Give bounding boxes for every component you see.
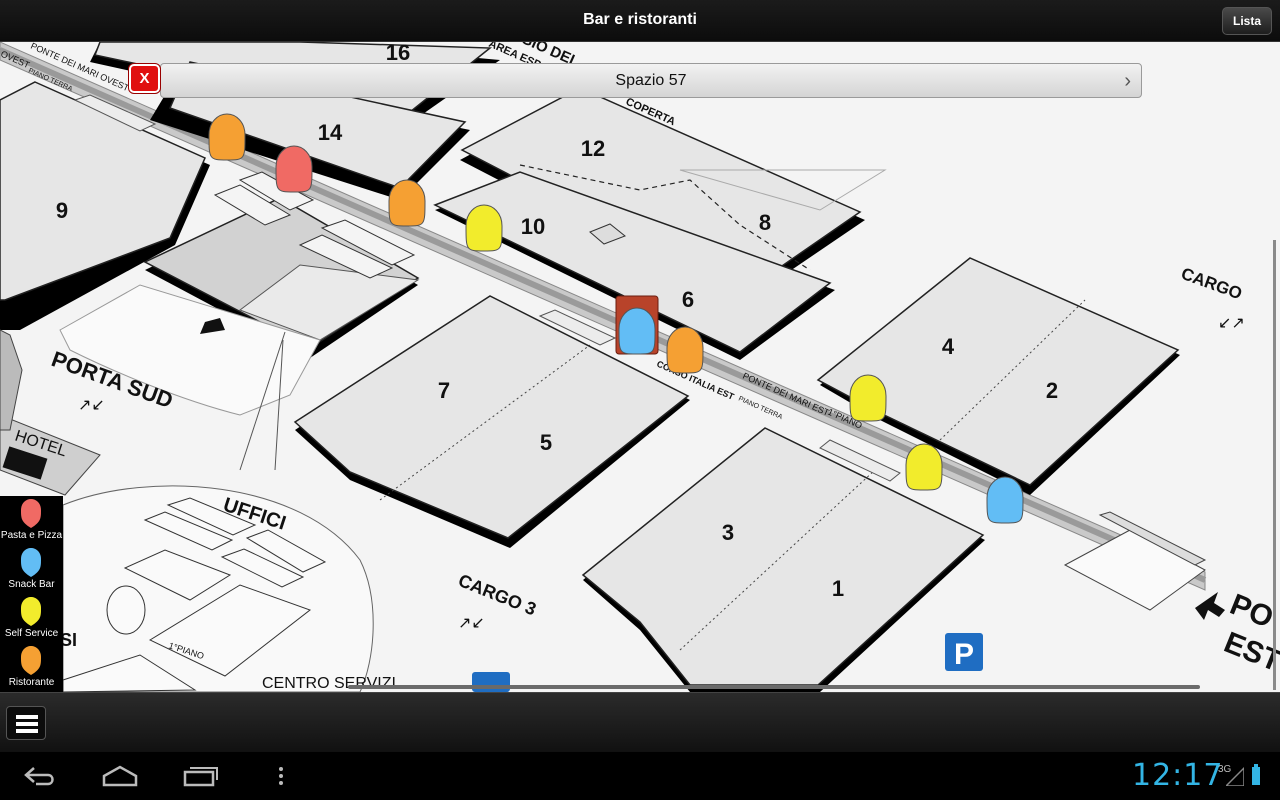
pavilion-7-label: 7 bbox=[438, 378, 450, 403]
chevron-right-icon[interactable]: › bbox=[1124, 71, 1131, 91]
ristorante-pin[interactable] bbox=[208, 113, 246, 161]
parking-icon-label: P bbox=[954, 638, 974, 671]
legend-label: Self Service bbox=[4, 628, 59, 639]
map-canvas[interactable]: 16 14 9 12 8 10 6 7 5 4 2 3 1 PORTA SUD … bbox=[0, 42, 1280, 692]
pavilion-4-label: 4 bbox=[942, 334, 955, 359]
battery-icon bbox=[1252, 764, 1260, 785]
legend-label: Ristorante bbox=[8, 677, 55, 688]
double-arrow-icon: ↗↙ bbox=[458, 613, 485, 632]
self-service-pin[interactable] bbox=[465, 204, 503, 252]
pavilion-16-label: 16 bbox=[386, 42, 410, 65]
pavilion-6-label: 6 bbox=[682, 287, 694, 312]
pasta-pizza-pin-icon bbox=[21, 499, 41, 528]
self-service-pin-icon bbox=[21, 597, 41, 626]
ristorante-pin[interactable] bbox=[666, 326, 704, 374]
page-title: Bar e ristoranti bbox=[583, 11, 697, 28]
ristorante-pin[interactable] bbox=[388, 179, 426, 227]
list-button[interactable]: Lista bbox=[1222, 7, 1272, 35]
arrow-icon bbox=[1195, 592, 1225, 620]
porta-est-label-2: EST bbox=[1219, 626, 1280, 678]
pavilion-8-label: 8 bbox=[759, 210, 771, 235]
ristorante-pin-icon bbox=[21, 646, 41, 675]
vertical-scrollbar[interactable] bbox=[1273, 240, 1276, 690]
legend-panel: Pasta e Pizza Snack Bar Self Service Ris… bbox=[0, 496, 63, 692]
double-arrow-icon: ↙↗ bbox=[1218, 313, 1245, 332]
pavilion-2-label: 2 bbox=[1046, 378, 1058, 403]
pavilion-5-label: 5 bbox=[540, 430, 552, 455]
pavilion-10-label: 10 bbox=[521, 214, 545, 239]
back-icon[interactable] bbox=[22, 764, 58, 788]
signal-icon bbox=[1226, 766, 1244, 786]
legend-label: Pasta e Pizza bbox=[0, 530, 63, 541]
callout-title: Spazio 57 bbox=[615, 72, 687, 89]
horizontal-scrollbar[interactable] bbox=[348, 685, 1200, 689]
pavilion-3-label: 3 bbox=[722, 520, 734, 545]
self-service-pin[interactable] bbox=[905, 443, 943, 491]
venue-map[interactable]: 16 14 9 12 8 10 6 7 5 4 2 3 1 PORTA SUD … bbox=[0, 42, 1280, 692]
close-callout-button[interactable]: X bbox=[129, 64, 160, 93]
ponte-mari-est-label: PONTE DEI MARI EST bbox=[741, 371, 831, 418]
menu-icon bbox=[16, 715, 38, 719]
pavilion-12-label: 12 bbox=[581, 136, 605, 161]
pavilion-14-label: 14 bbox=[318, 120, 343, 145]
recent-apps-icon[interactable] bbox=[182, 764, 220, 788]
location-callout[interactable]: Spazio 57 › bbox=[160, 63, 1142, 98]
self-service-pin[interactable] bbox=[849, 374, 887, 422]
pavilion-1-label: 1 bbox=[832, 576, 844, 601]
pavilion-4-2[interactable] bbox=[816, 257, 1180, 486]
bottom-bar bbox=[0, 692, 1280, 752]
clock: 12:17 bbox=[1132, 758, 1224, 793]
snack-bar-pin[interactable] bbox=[618, 307, 656, 355]
centro-servizi-label: CENTRO SERVIZI bbox=[262, 675, 396, 692]
action-bar: Bar e ristoranti Lista bbox=[0, 0, 1280, 42]
double-arrow-icon: ↗↙ bbox=[78, 395, 105, 414]
system-nav-bar: 12:17 3G bbox=[0, 752, 1280, 800]
legend-label: Snack Bar bbox=[8, 579, 55, 590]
snack-bar-pin[interactable] bbox=[986, 476, 1024, 524]
home-icon[interactable] bbox=[100, 764, 140, 788]
menu-button[interactable] bbox=[6, 706, 46, 740]
snack-bar-pin-icon bbox=[21, 548, 41, 577]
parking-icon-2[interactable] bbox=[472, 672, 510, 692]
pasta-pizza-pin[interactable] bbox=[275, 145, 313, 193]
overflow-menu-icon[interactable] bbox=[276, 764, 286, 788]
cargo-label: CARGO bbox=[1179, 264, 1245, 303]
pavilion-9-label: 9 bbox=[56, 198, 68, 223]
